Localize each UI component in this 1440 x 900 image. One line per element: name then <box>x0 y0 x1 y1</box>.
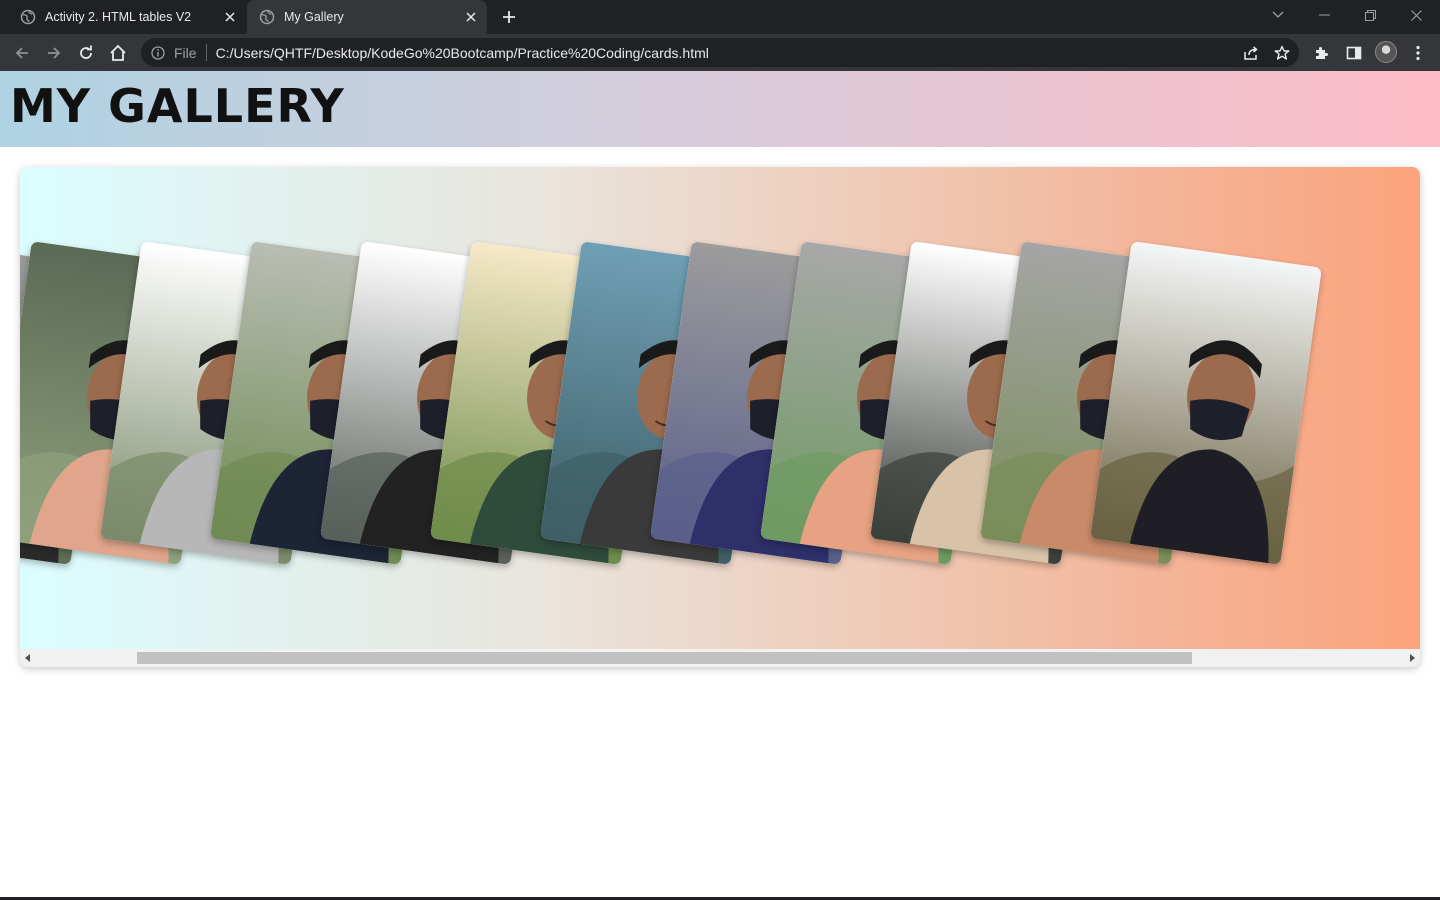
browser-tabstrip: Activity 2. HTML tables V2 My Gallery <box>0 0 1440 34</box>
minimize-button[interactable] <box>1311 4 1337 26</box>
side-panel-icon <box>1346 46 1362 60</box>
home-icon <box>110 44 126 61</box>
home-button[interactable] <box>105 40 131 66</box>
profile-avatar[interactable] <box>1375 41 1397 63</box>
plus-icon <box>503 11 515 23</box>
arrow-left-icon <box>15 47 28 59</box>
extensions-button[interactable] <box>1309 40 1335 66</box>
tab-title: My Gallery <box>284 10 344 24</box>
tab-my-gallery[interactable]: My Gallery <box>247 0 487 34</box>
new-tab-button[interactable] <box>498 6 520 28</box>
kebab-menu-icon <box>1416 45 1420 61</box>
card-photo <box>1090 241 1322 565</box>
browser-toolbar: File C:/Users/QHTF/Desktop/KodeGo%20Boot… <box>0 34 1440 71</box>
chevron-down-icon <box>1272 11 1284 18</box>
side-panel-button[interactable] <box>1341 40 1367 66</box>
reload-icon <box>80 45 92 59</box>
gallery-scroll-area[interactable] <box>20 167 1420 649</box>
close-icon[interactable] <box>220 7 240 27</box>
info-icon[interactable] <box>149 44 167 62</box>
back-button[interactable] <box>9 40 35 66</box>
scroll-right-arrow-icon[interactable] <box>1410 654 1415 662</box>
scheme-label: File <box>174 44 197 61</box>
page-header: MY GALLERY <box>0 71 1440 147</box>
scroll-left-arrow-icon[interactable] <box>25 654 30 662</box>
share-icon[interactable] <box>1240 43 1262 63</box>
reload-button[interactable] <box>73 40 99 66</box>
arrow-right-icon <box>48 47 61 59</box>
tab-search-button[interactable] <box>1265 4 1291 26</box>
page-title: MY GALLERY <box>10 79 345 133</box>
minimize-icon <box>1318 14 1330 16</box>
forward-button[interactable] <box>41 40 67 66</box>
gallery-container <box>20 167 1420 667</box>
gallery-card[interactable] <box>1090 241 1322 565</box>
restore-icon <box>1364 9 1376 21</box>
globe-icon <box>259 9 275 25</box>
star-icon[interactable] <box>1271 43 1293 63</box>
menu-button[interactable] <box>1405 40 1431 66</box>
url-text[interactable]: C:/Users/QHTF/Desktop/KodeGo%20Bootcamp/… <box>216 45 709 61</box>
globe-icon <box>20 9 36 25</box>
scrollbar-thumb[interactable] <box>136 652 1192 664</box>
address-bar[interactable]: File C:/Users/QHTF/Desktop/KodeGo%20Boot… <box>141 38 1299 67</box>
horizontal-scrollbar[interactable] <box>20 649 1420 667</box>
restore-button[interactable] <box>1357 4 1383 26</box>
tab-title: Activity 2. HTML tables V2 <box>45 10 192 24</box>
divider <box>205 44 207 61</box>
tab-activity-2[interactable]: Activity 2. HTML tables V2 <box>8 0 246 34</box>
close-window-button[interactable] <box>1403 4 1429 26</box>
close-icon <box>1410 9 1422 21</box>
close-icon[interactable] <box>461 7 481 27</box>
puzzle-icon <box>1316 47 1328 59</box>
